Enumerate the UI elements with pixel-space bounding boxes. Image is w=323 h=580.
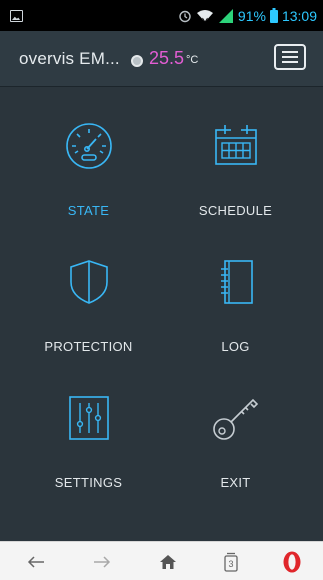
clock: 13:09: [281, 7, 317, 24]
opera-menu-button[interactable]: [272, 542, 312, 580]
notebook-icon: [220, 260, 253, 304]
tile-log[interactable]: LOG: [155, 224, 316, 360]
shield-icon: [69, 260, 108, 304]
speedometer-icon: [65, 123, 112, 169]
tile-label: PROTECTION: [44, 339, 133, 354]
back-arrow-icon: [27, 555, 44, 568]
tile-label: SCHEDULE: [198, 203, 273, 218]
battery-percent: 91%: [237, 7, 266, 24]
home-button[interactable]: [148, 542, 188, 580]
tile-schedule[interactable]: SCHEDULE: [155, 88, 316, 224]
menu-button[interactable]: [274, 44, 306, 70]
signal-icon: [218, 8, 233, 23]
tile-label: SETTINGS: [54, 475, 123, 490]
forward-arrow-icon: [94, 555, 111, 568]
tile-label: STATE: [67, 203, 110, 218]
back-button[interactable]: [16, 542, 56, 580]
tabs-icon: 3: [223, 552, 239, 572]
tile-protection[interactable]: PROTECTION: [8, 224, 169, 360]
status-dot-icon: [131, 55, 143, 67]
opera-logo-icon: [283, 551, 301, 572]
tabs-button[interactable]: 3: [211, 542, 251, 580]
tile-label: LOG: [221, 339, 250, 354]
hamburger-icon: [282, 51, 298, 53]
key-icon: [212, 398, 258, 440]
forward-button[interactable]: [82, 542, 122, 580]
status-bar-right: 91% 13:09: [178, 0, 317, 31]
temperature-value: 25.5: [149, 48, 185, 68]
tabs-count: 3: [228, 558, 234, 569]
alarm-icon: [179, 10, 191, 22]
image-notification-icon: [10, 10, 23, 22]
home-icon: [160, 554, 176, 569]
tile-settings[interactable]: SETTINGS: [8, 360, 169, 496]
temperature-unit: °C: [186, 54, 199, 66]
status-bar: 91% 13:09: [0, 0, 323, 31]
calendar-icon: [214, 125, 257, 165]
app-bar: overvis EM... 25.5 °C: [0, 31, 323, 87]
app-screen: 91% 13:09 overvis EM... 25.5 °C STATE SC…: [0, 0, 323, 580]
battery-icon: [269, 8, 278, 23]
main-menu-grid: STATE SCHEDULE PROTECTION LOG SETTINGS E…: [0, 88, 323, 540]
wifi-icon: [196, 9, 213, 23]
browser-nav-bar: 3: [0, 541, 323, 580]
device-title: overvis EM...: [19, 49, 120, 68]
sliders-icon: [68, 396, 109, 440]
tile-exit[interactable]: EXIT: [155, 360, 316, 496]
tile-label: EXIT: [220, 475, 251, 490]
tile-state[interactable]: STATE: [8, 88, 169, 224]
